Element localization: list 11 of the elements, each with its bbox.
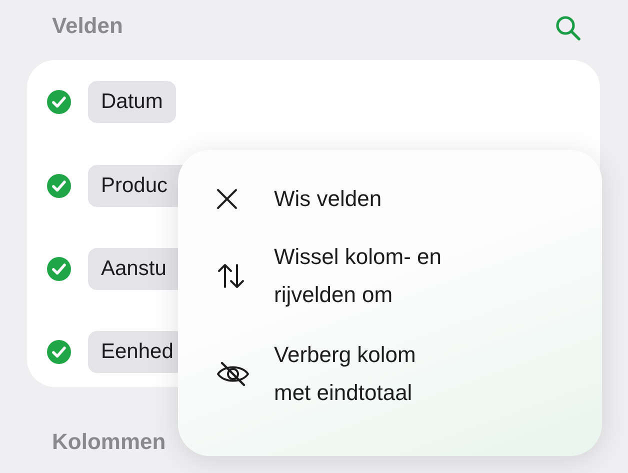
checkmark-icon[interactable] <box>46 256 72 282</box>
close-icon <box>216 188 238 210</box>
field-chip[interactable]: Datum <box>88 81 176 123</box>
swap-arrows-icon <box>216 263 246 289</box>
section-title: Kolommen <box>52 429 166 454</box>
checkmark-icon[interactable] <box>46 338 72 364</box>
checkmark-icon[interactable] <box>46 89 72 115</box>
search-icon[interactable] <box>554 14 582 42</box>
checkmark-icon[interactable] <box>46 172 72 198</box>
eye-slash-icon <box>216 361 250 387</box>
section-title: Velden <box>52 13 123 39</box>
